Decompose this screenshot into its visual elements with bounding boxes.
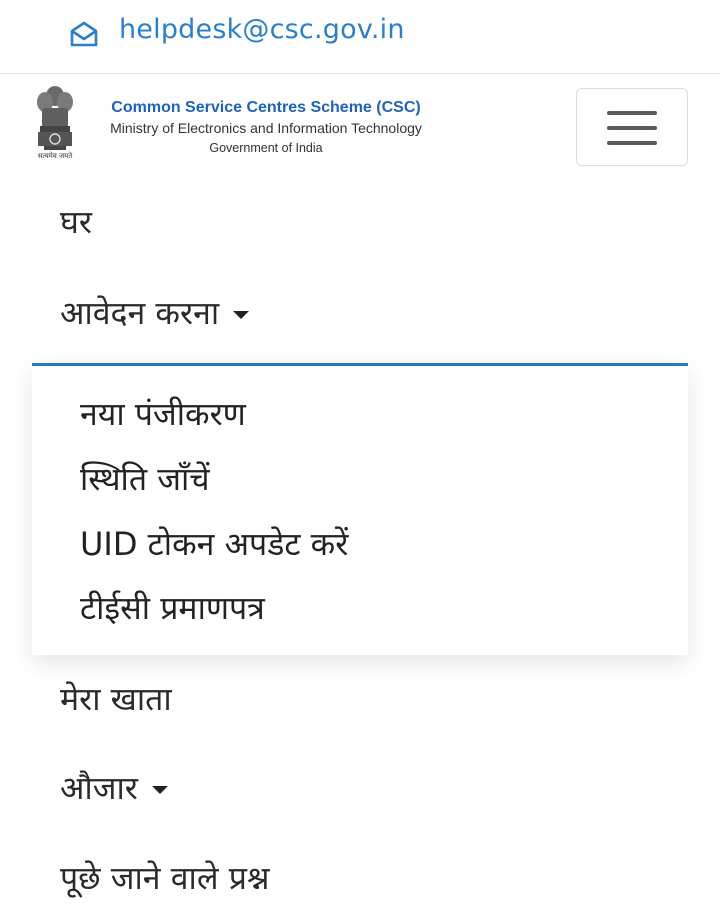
dropdown-item-new-registration[interactable]: नया पंजीकरण bbox=[80, 394, 246, 434]
site-brand[interactable]: सत्यमेव जयते Common Service Centres Sche… bbox=[26, 82, 466, 168]
caret-down-icon bbox=[233, 311, 250, 319]
dropdown-item-tec-certificate[interactable]: टीईसी प्रमाणपत्र bbox=[80, 588, 265, 628]
brand-text: Common Service Centres Scheme (CSC) Mini… bbox=[81, 98, 451, 158]
apply-dropdown-menu: नया पंजीकरण स्थिति जाँचें UID टोकन अपडेट… bbox=[32, 363, 688, 655]
hamburger-bar bbox=[607, 111, 657, 115]
caret-down-icon bbox=[151, 786, 168, 794]
hamburger-bar bbox=[607, 141, 657, 145]
nav-item-my-account[interactable]: मेरा खाता bbox=[60, 679, 172, 719]
dropdown-item-check-status[interactable]: स्थिति जाँचें bbox=[80, 459, 210, 499]
nav-item-apply-label: आवेदन करना bbox=[60, 294, 220, 332]
nav-item-tools-label: औजार bbox=[60, 769, 138, 807]
menu-toggle-button[interactable] bbox=[576, 88, 688, 166]
brand-title: Common Service Centres Scheme (CSC) bbox=[111, 99, 421, 116]
helpdesk-email-link[interactable]: helpdesk@csc.gov.in bbox=[119, 14, 405, 45]
nav-item-tools[interactable]: औजार bbox=[60, 768, 168, 808]
nav-item-home[interactable]: घर bbox=[60, 202, 92, 242]
nav-item-faq[interactable]: पूछे जाने वाले प्रश्न bbox=[60, 858, 270, 898]
dropdown-item-uid-token-update[interactable]: UID टोकन अपडेट करें bbox=[80, 524, 348, 564]
top-contact-bar: helpdesk@csc.gov.in bbox=[0, 0, 720, 74]
mail-icon bbox=[70, 21, 98, 47]
brand-government: Government of India bbox=[209, 141, 323, 155]
brand-ministry: Ministry of Electronics and Information … bbox=[110, 120, 422, 136]
emblem-motto: सत्यमेव जयते bbox=[37, 152, 73, 160]
nav-item-apply[interactable]: आवेदन करना bbox=[60, 293, 250, 333]
hamburger-bar bbox=[607, 126, 657, 130]
